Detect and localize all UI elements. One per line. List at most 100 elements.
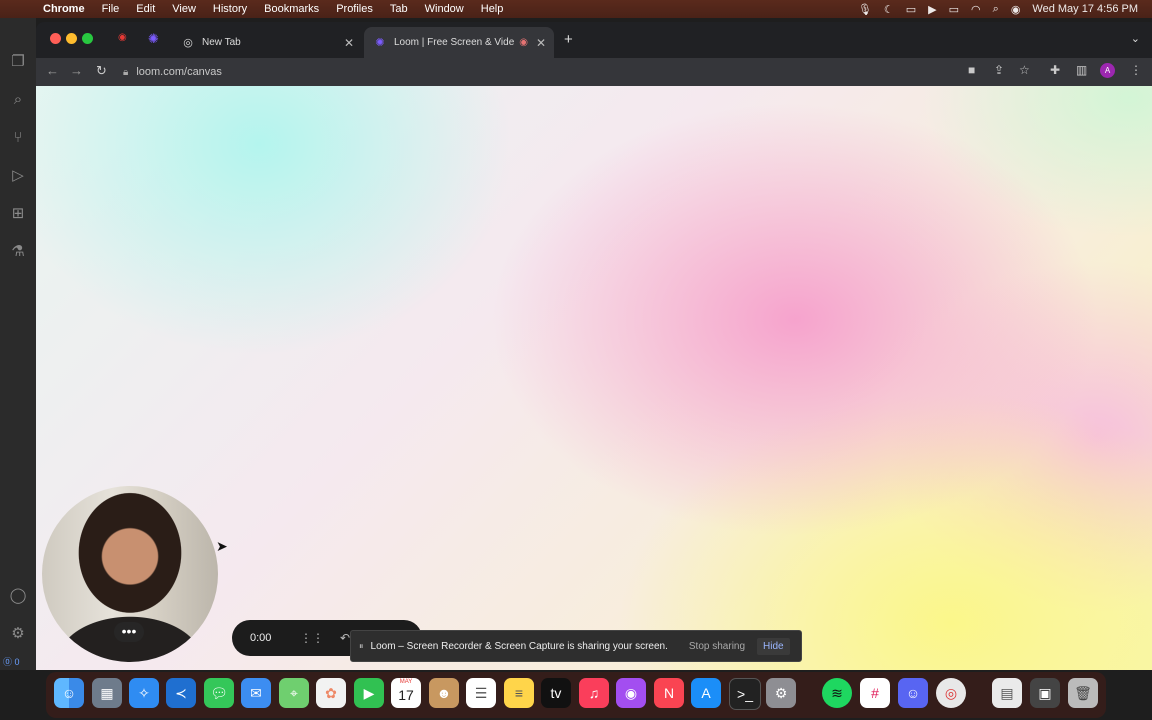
appstore-icon[interactable]: A (691, 678, 721, 708)
menu-tab[interactable]: Tab (390, 3, 408, 15)
battery-icon[interactable]: ▭ (949, 3, 959, 16)
launchpad-icon[interactable]: ▦ (92, 678, 122, 708)
tab-strip: ◉ ✺ ◎ New Tab ✕ ✺ Loom | Free Screen & V… (36, 22, 1152, 58)
terminal-icon[interactable]: >_ (729, 678, 761, 710)
bookmark-star-icon[interactable]: ☆ (1019, 63, 1030, 77)
run-debug-icon[interactable]: ▷ (8, 166, 28, 186)
menu-history[interactable]: History (213, 3, 247, 15)
profile-avatar[interactable]: A (1100, 63, 1115, 78)
close-window-button[interactable] (50, 33, 61, 44)
podcasts-icon[interactable]: ◉ (616, 678, 646, 708)
menu-profiles[interactable]: Profiles (336, 3, 373, 15)
screen-mirroring-icon[interactable]: ▭ (906, 3, 916, 16)
menu-view[interactable]: View (172, 3, 196, 15)
extensions-puzzle-icon[interactable]: ✚ (1050, 63, 1060, 77)
manage-gear-icon[interactable]: ⚙ (8, 624, 28, 644)
testing-icon[interactable]: ⚗ (8, 242, 28, 262)
messages-icon[interactable]: 💬︎ (204, 678, 234, 708)
do-not-disturb-icon[interactable]: ☾ (884, 3, 894, 16)
extensions-icon[interactable]: ⊞ (8, 204, 28, 224)
drag-handle-icon[interactable]: ⏸ (359, 641, 364, 652)
appletv-icon[interactable]: tv (541, 678, 571, 708)
reminders-icon[interactable]: ☰ (466, 678, 496, 708)
calendar-day: 17 (398, 687, 414, 703)
camera-bubble[interactable]: ••• (42, 486, 218, 662)
safari-icon[interactable]: ✧ (129, 678, 159, 708)
finder-icon[interactable]: ☺ (54, 678, 84, 708)
dock: ☺ ▦ ✧ ≺ 💬︎ ✉ ⌖ ✿ ▶ MAY 17 ☻ ☰ ≡ tv ♫ ◉ N… (46, 672, 1106, 718)
drawing-grid-icon[interactable]: ⋮⋮ (300, 631, 324, 645)
menu-bookmarks[interactable]: Bookmarks (264, 3, 319, 15)
camera-access-icon[interactable]: ■ (968, 63, 975, 77)
lock-icon[interactable]: 🔒︎ (123, 67, 128, 78)
notes-icon[interactable]: ≡ (504, 678, 534, 708)
source-control-icon[interactable]: ⑂ (8, 128, 28, 148)
search-icon[interactable]: ⌕ (8, 90, 28, 110)
slack-icon[interactable]: # (860, 678, 890, 708)
url-text[interactable]: loom.com/canvas (136, 66, 222, 78)
microphone-icon[interactable]: 🎙 (858, 3, 872, 16)
minimize-window-button[interactable] (66, 33, 77, 44)
stop-sharing-button[interactable]: Stop sharing (689, 641, 745, 652)
chrome-menu-icon[interactable]: ⋮ (1130, 63, 1142, 77)
address-bar[interactable]: 🔒︎ loom.com/canvas (123, 60, 1023, 84)
zoom-window-button[interactable] (82, 33, 93, 44)
news-icon[interactable]: N (654, 678, 684, 708)
vscode-status-indicator[interactable]: ⓪ 0 (0, 654, 36, 670)
vscode-activity-bar: ❐ ⌕ ⑂ ▷ ⊞ ⚗ ◯ ⚙ (0, 18, 36, 670)
mouse-pointer-icon: ➤ (216, 538, 228, 554)
close-tab-icon[interactable]: ✕ (536, 36, 546, 50)
menu-file[interactable]: File (102, 3, 120, 15)
chrome-icon[interactable]: ◎ (936, 678, 966, 708)
files-icon[interactable]: ▤ (992, 678, 1022, 708)
screenshot-icon[interactable]: ▣ (1030, 678, 1060, 708)
contacts-icon[interactable]: ☻ (429, 678, 459, 708)
maps-icon[interactable]: ⌖ (279, 678, 309, 708)
calendar-month: MAY (399, 679, 413, 685)
spotlight-search-icon[interactable]: ⌕ (993, 3, 999, 16)
control-center-icon[interactable]: ◉ (1011, 3, 1021, 16)
browser-toolbar: ← → ↻ 🔒︎ loom.com/canvas ■ ⇪ ☆ ✚ ▥ A ⋮ (36, 58, 1152, 86)
back-arrow-icon[interactable]: ← (46, 63, 59, 78)
spotify-icon[interactable]: ≋ (822, 678, 852, 708)
calendar-icon[interactable]: MAY 17 (391, 678, 421, 708)
music-icon[interactable]: ♫ (579, 678, 609, 708)
trash-icon[interactable]: 🗑︎ (1068, 678, 1098, 708)
hide-button[interactable]: Hide (757, 637, 790, 655)
clock-text[interactable]: Wed May 17 4:56 PM (1032, 3, 1138, 15)
play-icon[interactable]: ▶ (928, 3, 936, 16)
menu-edit[interactable]: Edit (136, 3, 155, 15)
forward-arrow-icon[interactable]: → (70, 63, 83, 78)
facetime-icon[interactable]: ▶ (354, 678, 384, 708)
close-tab-icon[interactable]: ✕ (344, 36, 354, 50)
vscode-icon[interactable]: ≺ (166, 678, 196, 708)
tab-label: New Tab (202, 37, 241, 48)
explorer-icon[interactable]: ❐ (8, 52, 28, 72)
settings-icon[interactable]: ⚙ (766, 678, 796, 708)
wifi-icon[interactable]: ◠ (971, 3, 981, 16)
discord-icon[interactable]: ☺ (898, 678, 928, 708)
photos-icon[interactable]: ✿ (316, 678, 346, 708)
tab-search-chevron-icon[interactable]: ⌄ (1131, 32, 1140, 45)
account-icon[interactable]: ◯ (8, 586, 28, 606)
tab-new-tab[interactable]: ◎ New Tab ✕ (172, 27, 362, 58)
menu-help[interactable]: Help (481, 3, 504, 15)
more-options-icon[interactable]: ••• (114, 622, 144, 642)
undo-icon[interactable]: ↶ (340, 631, 350, 645)
side-panel-icon[interactable]: ▥ (1076, 63, 1087, 77)
loom-pinned-tab-icon[interactable]: ✺ (148, 31, 159, 47)
new-tab-plus-icon[interactable]: + (564, 31, 573, 48)
recording-timer: 0:00 (250, 632, 272, 644)
recording-dot-icon[interactable]: ◉ (118, 32, 127, 43)
mail-icon[interactable]: ✉ (241, 678, 271, 708)
tab-label: Loom | Free Screen & Vide (394, 37, 515, 48)
menu-window[interactable]: Window (425, 3, 464, 15)
reload-icon[interactable]: ↻ (96, 63, 107, 79)
menu-app-name[interactable]: Chrome (43, 3, 85, 15)
share-icon[interactable]: ⇪ (994, 63, 1004, 77)
chrome-favicon-icon: ◎ (183, 36, 193, 49)
tab-loom[interactable]: ✺ Loom | Free Screen & Vide ◉ ✕ (364, 27, 554, 58)
menu-bar: Chrome File Edit View History Bookmarks … (0, 0, 1152, 18)
loom-favicon-icon: ✺ (375, 36, 385, 49)
sharing-message: Loom – Screen Recorder & Screen Capture … (370, 640, 668, 652)
